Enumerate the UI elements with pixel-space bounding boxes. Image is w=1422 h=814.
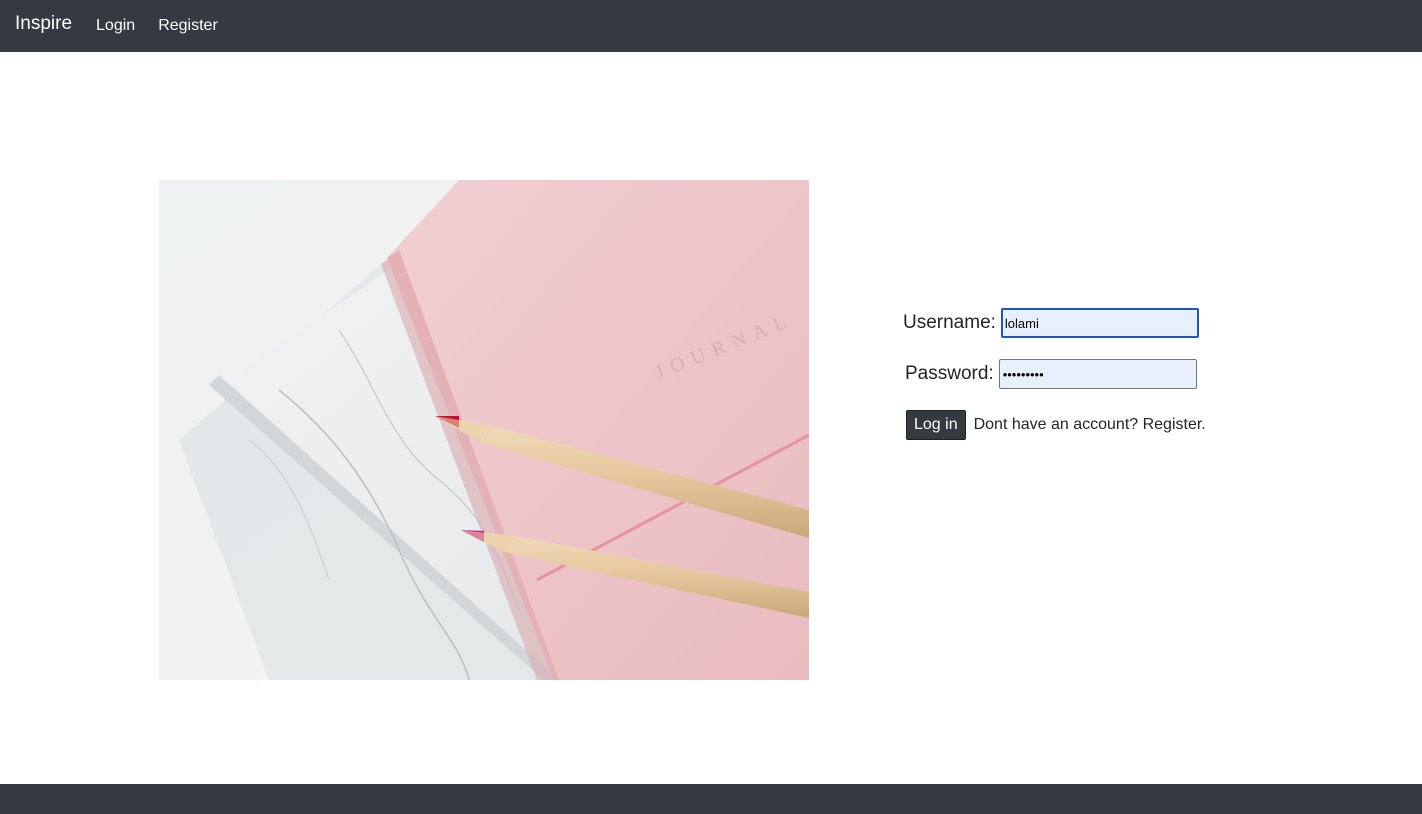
password-row: Password: xyxy=(905,359,1197,389)
submit-row: Log in Dont have an account? Register. xyxy=(906,410,1206,440)
register-hint-link[interactable]: Dont have an account? Register. xyxy=(974,416,1206,434)
top-navbar: Inspire Login Register xyxy=(0,0,1422,52)
brand-link[interactable]: Inspire xyxy=(15,13,72,35)
password-label: Password: xyxy=(905,363,994,384)
page-footer xyxy=(0,784,1422,814)
nav-link-login[interactable]: Login xyxy=(96,17,135,35)
username-label: Username: xyxy=(903,312,996,333)
journal-pencils-photo: JOURNAL xyxy=(159,180,809,680)
username-input[interactable] xyxy=(1000,308,1199,338)
username-row: Username: xyxy=(903,308,1199,338)
password-input[interactable] xyxy=(998,359,1197,389)
nav-link-register[interactable]: Register xyxy=(158,17,218,35)
login-button[interactable]: Log in xyxy=(906,410,966,440)
